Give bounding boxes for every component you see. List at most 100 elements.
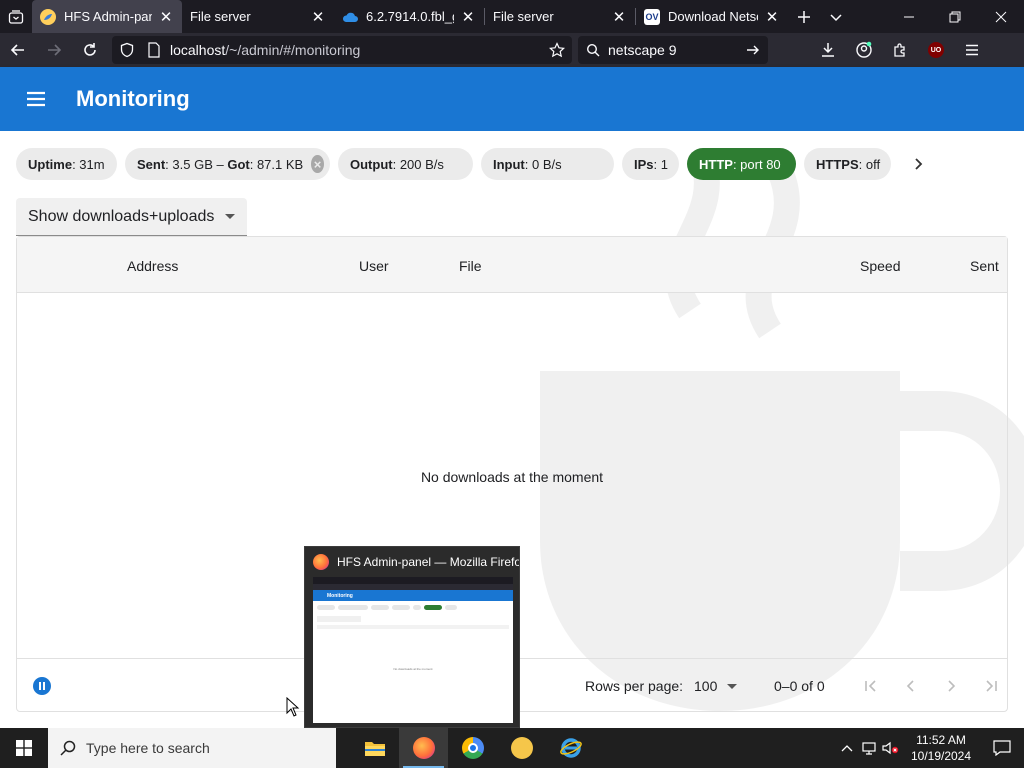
tab-file-server[interactable]: File server ✕ bbox=[182, 0, 334, 33]
forward-button[interactable] bbox=[36, 33, 72, 67]
downloads-button[interactable] bbox=[810, 33, 846, 67]
downloads-filter-select[interactable]: Show downloads+uploads bbox=[16, 198, 247, 236]
search-icon bbox=[578, 43, 608, 57]
hfs-favicon-icon bbox=[40, 8, 56, 25]
list-all-tabs-button[interactable] bbox=[820, 0, 852, 33]
download-icon bbox=[822, 43, 834, 57]
network-icon[interactable] bbox=[858, 741, 880, 755]
restore-button[interactable] bbox=[932, 0, 978, 33]
tab-close-icon[interactable]: ✕ bbox=[611, 9, 627, 26]
taskbar-chrome[interactable] bbox=[448, 728, 497, 768]
account-button[interactable] bbox=[846, 33, 882, 67]
page-title: Monitoring bbox=[76, 86, 190, 111]
taskbar-internet-explorer[interactable] bbox=[546, 728, 595, 768]
chip-https[interactable]: HTTPS: off bbox=[804, 148, 891, 180]
tab-close-icon[interactable]: ✕ bbox=[460, 9, 476, 26]
notification-icon bbox=[993, 740, 1011, 756]
chevron-right-icon bbox=[948, 680, 956, 692]
firefox-icon bbox=[313, 554, 329, 570]
chips-scroll-right-button[interactable] bbox=[905, 148, 933, 180]
previous-page-button[interactable] bbox=[891, 669, 931, 703]
first-page-button[interactable] bbox=[851, 669, 891, 703]
taskbar-search-box[interactable]: Type here to search bbox=[48, 728, 336, 768]
chip-delete-icon[interactable]: × bbox=[311, 155, 324, 173]
page-info-icon[interactable] bbox=[142, 42, 166, 58]
thumbnail-select bbox=[317, 616, 361, 622]
chip-label: Got bbox=[227, 156, 250, 172]
address-bar[interactable]: localhost/~/admin/#/monitoring bbox=[112, 36, 572, 64]
mouse-cursor-icon bbox=[286, 697, 300, 717]
taskbar-window-preview[interactable]: HFS Admin-panel — Mozilla Firefox Monito… bbox=[304, 546, 520, 728]
taskbar-clock[interactable]: 11:52 AM 10/19/2024 bbox=[902, 732, 980, 764]
chip-value: : 31m bbox=[72, 156, 105, 172]
select-value: Show downloads+uploads bbox=[28, 207, 215, 225]
taskbar-file-explorer[interactable] bbox=[350, 728, 399, 768]
chip-input[interactable]: Input: 0 B/s bbox=[481, 148, 614, 180]
tab-title: HFS Admin-panel bbox=[64, 9, 152, 24]
close-window-button[interactable] bbox=[978, 0, 1024, 33]
minimize-button[interactable] bbox=[886, 0, 932, 33]
extensions-button[interactable] bbox=[882, 33, 918, 67]
chevron-down-icon bbox=[830, 13, 842, 21]
hamburger-menu-icon bbox=[966, 44, 978, 56]
shield-icon[interactable] bbox=[112, 42, 142, 58]
chip-label: Sent bbox=[137, 156, 166, 172]
notifications-button[interactable] bbox=[980, 740, 1024, 756]
next-page-button[interactable] bbox=[931, 669, 971, 703]
column-header-speed[interactable]: Speed bbox=[860, 258, 900, 274]
column-header-user[interactable]: User bbox=[359, 258, 389, 274]
taskbar-firefox[interactable] bbox=[399, 728, 448, 768]
onedrive-cloud-icon bbox=[342, 9, 358, 25]
tab-list-button[interactable] bbox=[0, 0, 32, 33]
start-button[interactable] bbox=[0, 728, 48, 768]
taskbar-hfs[interactable] bbox=[497, 728, 546, 768]
app-menu-button[interactable] bbox=[954, 33, 990, 67]
column-header-address[interactable]: Address bbox=[127, 258, 178, 274]
chip-label: Uptime bbox=[28, 156, 73, 172]
search-icon bbox=[60, 740, 76, 756]
thumbnail-empty-message: No downloads at the moment bbox=[393, 667, 433, 671]
ublock-button[interactable]: UO bbox=[918, 33, 954, 67]
chip-output[interactable]: Output: 200 B/s bbox=[338, 148, 473, 180]
drawer-menu-button[interactable] bbox=[14, 77, 58, 121]
pause-button[interactable] bbox=[33, 677, 51, 695]
tab-hfs-admin[interactable]: HFS Admin-panel ✕ bbox=[32, 0, 182, 33]
grid-header: Address User File Speed Sent bbox=[17, 237, 1007, 293]
url-host: localhost bbox=[170, 42, 226, 58]
chip-sent-got[interactable]: Sent: 3.5 GB – Got: 87.1 KB × bbox=[125, 148, 330, 180]
search-bar[interactable]: netscape 9 bbox=[578, 36, 768, 64]
tab-download-netscape[interactable]: OV Download Netscape ✕ bbox=[636, 0, 788, 33]
preview-header: HFS Admin-panel — Mozilla Firefox bbox=[305, 547, 519, 577]
minimize-icon bbox=[904, 16, 914, 17]
tab-list-icon bbox=[8, 9, 24, 24]
clock-date: 10/19/2024 bbox=[910, 749, 972, 763]
column-header-sent[interactable]: Sent bbox=[970, 258, 999, 274]
chip-value: : off bbox=[858, 156, 881, 172]
bookmark-star-icon[interactable] bbox=[542, 42, 572, 58]
volume-muted-icon[interactable] bbox=[880, 741, 902, 755]
chip-ips[interactable]: IPs: 1 bbox=[622, 148, 679, 180]
reload-button[interactable] bbox=[72, 33, 108, 67]
tab-file-server-2[interactable]: File server ✕ bbox=[485, 0, 635, 33]
back-button[interactable] bbox=[0, 33, 36, 67]
folder-icon bbox=[364, 742, 385, 756]
chip-http[interactable]: HTTP: port 80 bbox=[687, 148, 796, 180]
stats-chip-bar: Uptime: 31m Sent: 3.5 GB – Got: 87.1 KB ×… bbox=[16, 148, 933, 180]
tab-onedrive[interactable]: 6.2.7914.0.fbl_grfx ✕ bbox=[334, 0, 484, 33]
column-header-file[interactable]: File bbox=[459, 258, 482, 274]
chip-label: Input bbox=[493, 156, 525, 172]
restore-icon bbox=[949, 11, 961, 22]
tab-close-icon[interactable]: ✕ bbox=[310, 9, 326, 26]
chip-uptime[interactable]: Uptime: 31m bbox=[16, 148, 117, 180]
show-hidden-icons-button[interactable] bbox=[836, 744, 858, 752]
chip-label: HTTP bbox=[699, 156, 733, 172]
last-page-button[interactable] bbox=[971, 669, 1011, 703]
new-tab-button[interactable] bbox=[788, 0, 820, 33]
tab-close-icon[interactable]: ✕ bbox=[764, 9, 780, 26]
menu-icon bbox=[27, 91, 45, 107]
caret-down-icon bbox=[727, 683, 738, 689]
chip-label: IPs bbox=[634, 156, 654, 172]
search-go-icon[interactable] bbox=[738, 43, 768, 57]
tab-close-icon[interactable]: ✕ bbox=[158, 9, 174, 26]
rows-per-page-select[interactable]: 100 bbox=[694, 678, 738, 694]
